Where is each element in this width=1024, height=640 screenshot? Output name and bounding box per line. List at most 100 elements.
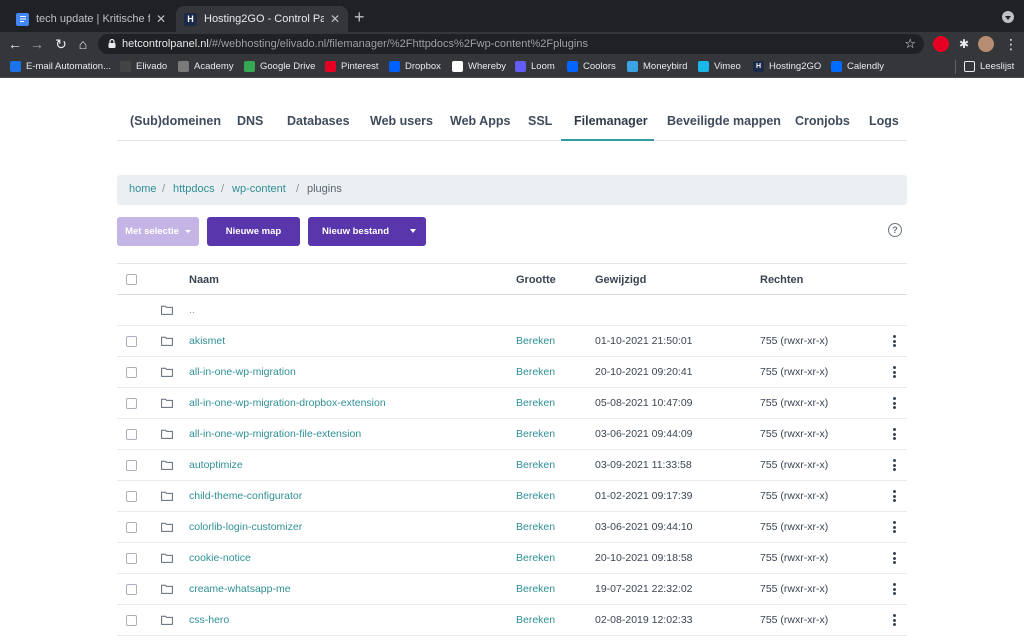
bookmark-coolors[interactable]: Coolors xyxy=(567,61,616,72)
new-tab-icon[interactable]: + xyxy=(354,8,365,26)
row-checkbox[interactable] xyxy=(126,584,137,595)
with-selection-dropdown[interactable]: Met selectie xyxy=(117,217,199,246)
breadcrumb-item-httpdocs[interactable]: httpdocs xyxy=(173,183,215,195)
folder-name-link[interactable]: child-theme-configurator xyxy=(189,490,302,502)
help-icon[interactable]: ? xyxy=(888,223,902,237)
row-checkbox[interactable] xyxy=(126,491,137,502)
table-row[interactable]: creame-whatsapp-me Bereken 19-07-2021 22:3… xyxy=(117,574,907,605)
row-checkbox[interactable] xyxy=(126,398,137,409)
table-row[interactable]: colorlib-login-customizer Bereken 03-06-20… xyxy=(117,512,907,543)
browser-tab-docs[interactable]: tech update | Kritische fout op ✕ xyxy=(8,6,174,32)
row-actions-menu-icon[interactable] xyxy=(893,335,897,347)
bookmark-google-drive[interactable]: Google Drive xyxy=(244,61,315,72)
pinterest-extension-icon[interactable] xyxy=(933,36,949,52)
tab-ssl[interactable]: SSL xyxy=(528,114,552,128)
row-actions-menu-icon[interactable] xyxy=(893,552,897,564)
calculate-size-link[interactable]: Bereken xyxy=(516,521,555,533)
folder-name-link[interactable]: css-hero xyxy=(189,614,229,626)
tab-web-users[interactable]: Web users xyxy=(370,114,433,128)
tab-beveiligde-mappen[interactable]: Beveiligde mappen xyxy=(667,114,781,128)
bookmark-academy[interactable]: Academy xyxy=(178,61,234,72)
tab-logs[interactable]: Logs xyxy=(869,114,899,128)
table-row[interactable]: css-hero Bereken 02-08-2019 12:02:33 755 (r… xyxy=(117,605,907,636)
row-checkbox[interactable] xyxy=(126,553,137,564)
tab-dns[interactable]: DNS xyxy=(237,114,263,128)
folder-name-link[interactable]: autoptimize xyxy=(189,459,243,471)
row-actions-menu-icon[interactable] xyxy=(893,614,897,626)
bookmark-whereby[interactable]: Whereby xyxy=(452,61,506,72)
table-row[interactable]: autoptimize Bereken 03-09-2021 11:33:58 755… xyxy=(117,450,907,481)
bookmark-hosting2go[interactable]: H Hosting2GO xyxy=(753,61,821,72)
breadcrumb-item-home[interactable]: home xyxy=(129,183,157,195)
chevron-down-icon[interactable] xyxy=(410,229,416,233)
row-checkbox[interactable] xyxy=(126,460,137,471)
row-actions-menu-icon[interactable] xyxy=(893,583,897,595)
folder-name-link[interactable]: creame-whatsapp-me xyxy=(189,583,291,595)
back-icon[interactable]: ← xyxy=(6,35,24,53)
reload-icon[interactable]: ↻ xyxy=(52,35,70,53)
calculate-size-link[interactable]: Bereken xyxy=(516,552,555,564)
browser-tab-hosting2go[interactable]: H Hosting2GO - Control Panel ✕ xyxy=(176,6,348,32)
home-icon[interactable]: ⌂ xyxy=(74,35,92,53)
table-row[interactable]: akismet Bereken 01-10-2021 21:50:01 755 (rw… xyxy=(117,326,907,357)
folder-name-link[interactable]: all-in-one-wp-migration-file-extension xyxy=(189,428,361,440)
calculate-size-link[interactable]: Bereken xyxy=(516,583,555,595)
calculate-size-link[interactable]: Bereken xyxy=(516,366,555,378)
calculate-size-link[interactable]: Bereken xyxy=(516,335,555,347)
address-bar[interactable]: hetcontrolpanel.nl/#/webhosting/elivado.… xyxy=(98,34,924,54)
forward-icon[interactable]: → xyxy=(28,35,46,53)
calculate-size-link[interactable]: Bereken xyxy=(516,428,555,440)
browser-menu-icon[interactable]: ⋮ xyxy=(1002,35,1020,53)
table-row[interactable]: child-theme-configurator Bereken 01-02-202… xyxy=(117,481,907,512)
bookmark-e-mail-automation[interactable]: E-mail Automation... xyxy=(10,61,111,72)
tab-databases[interactable]: Databases xyxy=(287,114,350,128)
calculate-size-link[interactable]: Bereken xyxy=(516,397,555,409)
tab-cronjobs[interactable]: Cronjobs xyxy=(795,114,850,128)
extensions-puzzle-icon[interactable]: ✱ xyxy=(956,36,972,52)
folder-name-link[interactable]: colorlib-login-customizer xyxy=(189,521,302,533)
row-checkbox[interactable] xyxy=(126,336,137,347)
row-actions-menu-icon[interactable] xyxy=(893,459,897,471)
calculate-size-link[interactable]: Bereken xyxy=(516,490,555,502)
bookmark-star-icon[interactable]: ☆ xyxy=(904,36,916,52)
bookmark-dropbox[interactable]: Dropbox xyxy=(389,61,441,72)
bookmark-elivado[interactable]: Elivado xyxy=(120,61,167,72)
table-row[interactable]: cookie-notice Bereken 20-10-2021 09:18:58 7… xyxy=(117,543,907,574)
calculate-size-link[interactable]: Bereken xyxy=(516,459,555,471)
table-row[interactable]: all-in-one-wp-migration-dropbox-extensio… xyxy=(117,388,907,419)
row-checkbox[interactable] xyxy=(126,367,137,378)
tab-search-icon[interactable] xyxy=(1002,11,1014,23)
profile-avatar[interactable] xyxy=(978,36,994,52)
close-tab-icon[interactable]: ✕ xyxy=(156,12,166,26)
reading-list-button[interactable]: Leeslijst xyxy=(964,61,1014,72)
calculate-size-link[interactable]: Bereken xyxy=(516,614,555,626)
bookmark-moneybird[interactable]: Moneybird xyxy=(627,61,687,72)
row-actions-menu-icon[interactable] xyxy=(893,521,897,533)
bookmark-vimeo[interactable]: Vimeo xyxy=(698,61,741,72)
column-header-permissions[interactable]: Rechten xyxy=(760,274,803,286)
new-file-button[interactable]: Nieuw bestand xyxy=(308,217,426,246)
new-folder-button[interactable]: Nieuwe map xyxy=(207,217,300,246)
table-row[interactable]: all-in-one-wp-migration Bereken 20-10-2021… xyxy=(117,357,907,388)
parent-directory-row[interactable]: .. xyxy=(117,295,907,326)
tab-filemanager[interactable]: Filemanager xyxy=(574,114,648,128)
row-actions-menu-icon[interactable] xyxy=(893,428,897,440)
select-all-checkbox[interactable] xyxy=(126,274,137,285)
bookmark-loom[interactable]: Loom xyxy=(515,61,555,72)
folder-name-link[interactable]: akismet xyxy=(189,335,225,347)
column-header-name[interactable]: Naam xyxy=(189,274,219,286)
column-header-modified[interactable]: Gewijzigd xyxy=(595,274,646,286)
tab-web-apps[interactable]: Web Apps xyxy=(450,114,510,128)
breadcrumb-item-wp-content[interactable]: wp-content xyxy=(232,183,286,195)
folder-name-link[interactable]: all-in-one-wp-migration-dropbox-extensio… xyxy=(189,397,386,409)
tab-sub-domeinen[interactable]: (Sub)domeinen xyxy=(130,114,221,128)
bookmark-pinterest[interactable]: Pinterest xyxy=(325,61,379,72)
close-tab-icon[interactable]: ✕ xyxy=(330,12,340,26)
table-row[interactable]: all-in-one-wp-migration-file-extension Be… xyxy=(117,419,907,450)
row-actions-menu-icon[interactable] xyxy=(893,490,897,502)
folder-name-link[interactable]: all-in-one-wp-migration xyxy=(189,366,296,378)
column-header-size[interactable]: Grootte xyxy=(516,274,556,286)
row-actions-menu-icon[interactable] xyxy=(893,397,897,409)
bookmark-calendly[interactable]: Calendly xyxy=(831,61,884,72)
folder-name-link[interactable]: cookie-notice xyxy=(189,552,251,564)
